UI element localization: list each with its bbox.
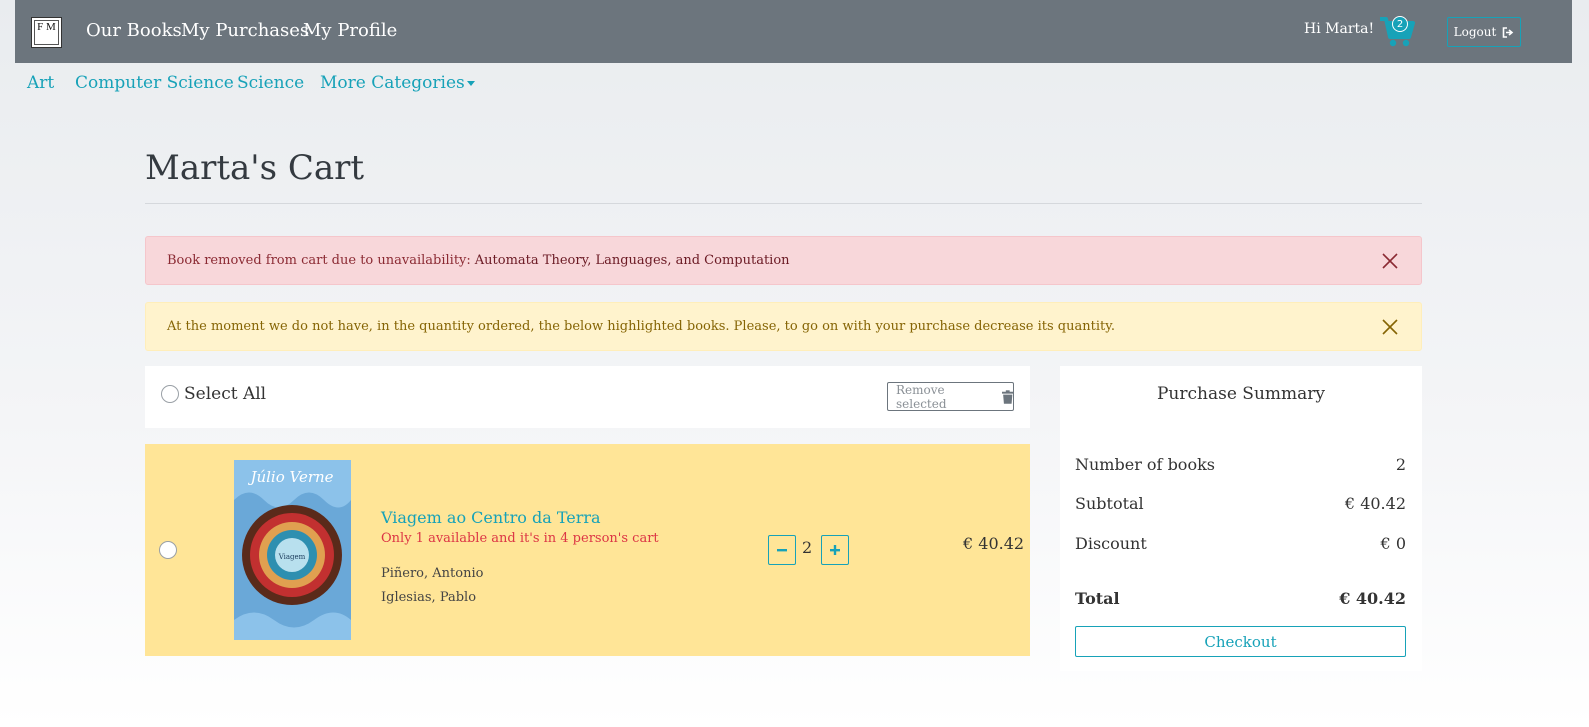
item-select-radio[interactable]	[159, 541, 177, 559]
purchase-summary-panel: Purchase Summary Number of books 2 Subto…	[1060, 366, 1422, 671]
cart-item-row: Viagem Júlio Verne Viagem ao Centro da T…	[145, 444, 1030, 656]
summary-subtotal-label: Subtotal	[1075, 494, 1144, 513]
summary-total-value: € 40.42	[1339, 589, 1406, 608]
caret-down-icon	[466, 81, 475, 86]
cart-select-panel: Select All Remove selected	[145, 366, 1030, 428]
availability-warning: Only 1 available and it's in 4 person's …	[381, 531, 659, 546]
top-navbar: F M Our Books My Purchases My Profile Hi…	[15, 0, 1572, 63]
user-greeting: Hi Marta!	[1304, 21, 1375, 37]
logout-icon	[1503, 26, 1514, 38]
category-science[interactable]: Science	[237, 73, 304, 93]
book-author: Piñero, Antonio	[381, 566, 484, 581]
more-categories-label: More Categories	[320, 73, 465, 93]
removed-book-title: Automata Theory, Languages, and Computat…	[474, 253, 790, 268]
close-icon[interactable]	[1381, 252, 1399, 270]
increase-quantity-button[interactable]	[821, 535, 849, 565]
trash-icon	[1001, 389, 1013, 404]
book-title-link[interactable]: Viagem ao Centro da Terra	[381, 508, 601, 527]
alert-danger-text: Book removed from cart due to unavailabi…	[167, 253, 471, 268]
summary-subtotal-value: € 40.42	[1344, 494, 1406, 513]
summary-discount-value: € 0	[1380, 534, 1406, 553]
close-icon[interactable]	[1381, 318, 1399, 336]
logout-button[interactable]: Logout	[1447, 17, 1521, 47]
removed-book-alert: Book removed from cart due to unavailabi…	[145, 236, 1422, 285]
alert-warning-text: At the moment we do not have, in the qua…	[167, 319, 1115, 334]
summary-title: Purchase Summary	[1156, 384, 1325, 404]
logout-label: Logout	[1453, 25, 1497, 39]
decrease-quantity-button[interactable]	[768, 535, 796, 565]
category-art[interactable]: Art	[27, 73, 54, 93]
page-title: Marta's Cart	[145, 148, 365, 188]
cart-count-badge: 2	[1392, 16, 1408, 32]
summary-discount-label: Discount	[1075, 534, 1147, 553]
remove-selected-label: Remove selected	[896, 382, 947, 411]
quantity-value: 2	[802, 538, 813, 557]
checkout-button[interactable]: Checkout	[1075, 626, 1406, 657]
item-price: € 40.42	[963, 534, 1025, 553]
title-divider	[145, 203, 1422, 204]
summary-books-label: Number of books	[1075, 455, 1215, 474]
remove-selected-button[interactable]: Remove selected	[887, 382, 1014, 411]
cover-author-text: Júlio Verne	[247, 468, 333, 486]
cart-button[interactable]: 2	[1378, 13, 1418, 49]
select-all-radio[interactable]	[161, 385, 179, 403]
category-more-dropdown[interactable]: More Categories	[320, 73, 475, 93]
book-author: Iglesias, Pablo	[381, 590, 477, 605]
logo[interactable]: F M	[31, 17, 62, 48]
plus-icon	[830, 545, 840, 555]
svg-text:Viagem: Viagem	[278, 553, 306, 561]
nav-our-books[interactable]: Our Books	[86, 20, 182, 41]
logo-mark: F M	[34, 20, 59, 45]
summary-books-value: 2	[1395, 455, 1406, 474]
summary-total-label: Total	[1075, 589, 1120, 608]
select-all-label[interactable]: Select All	[184, 384, 266, 404]
quantity-warning-alert: At the moment we do not have, in the qua…	[145, 302, 1422, 351]
category-computer-science[interactable]: Computer Science	[75, 73, 234, 93]
minus-icon	[777, 549, 787, 552]
book-cover-image[interactable]: Viagem Júlio Verne	[234, 460, 351, 640]
nav-my-profile[interactable]: My Profile	[303, 20, 397, 41]
nav-my-purchases[interactable]: My Purchases	[181, 20, 309, 41]
